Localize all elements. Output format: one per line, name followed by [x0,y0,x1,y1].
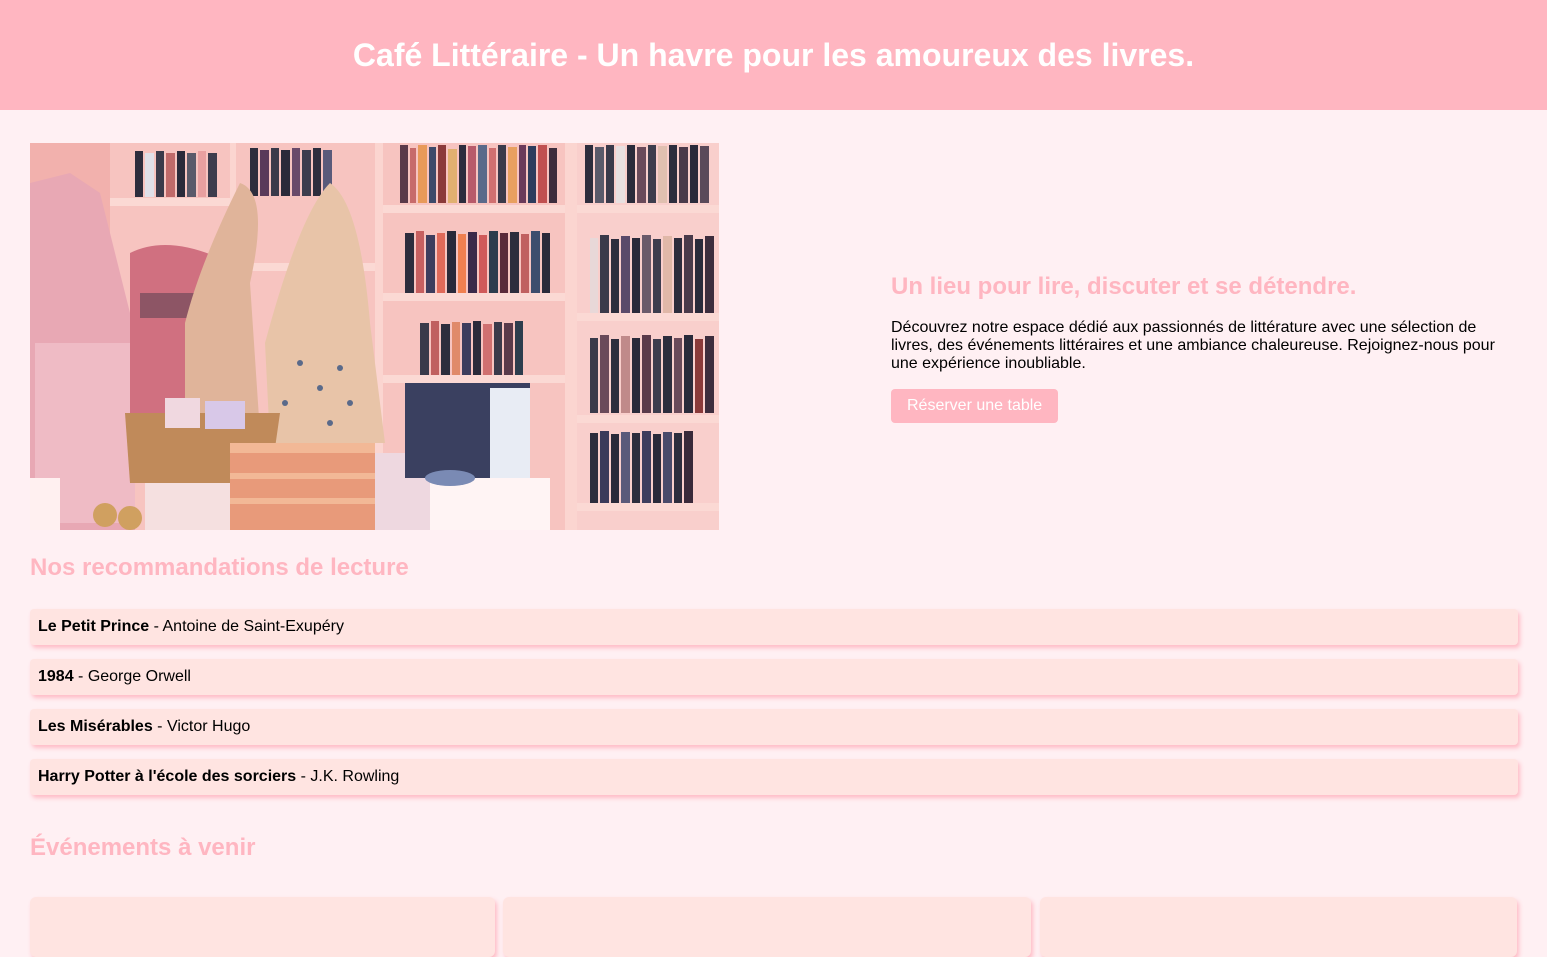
hero-description: Découvrez notre espace dédié aux passion… [891,319,1495,372]
book-author: - Victor Hugo [152,718,251,735]
event-card [30,897,495,957]
event-card [1040,897,1517,957]
recommendations-list: Le Petit Prince - Antoine de Saint-Exupé… [30,609,1518,809]
bookstore-photo [30,143,719,530]
site-header: Café Littéraire - Un havre pour les amou… [0,0,1547,110]
book-author: - Antoine de Saint-Exupéry [149,618,344,635]
list-item: Harry Potter à l'école des sorciers - J.… [30,759,1518,795]
hero-section: Un lieu pour lire, discuter et se détend… [30,143,1520,530]
list-item: Le Petit Prince - Antoine de Saint-Exupé… [30,609,1518,645]
event-card [503,897,1031,957]
recommendations-title: Nos recommandations de lecture [30,554,409,581]
list-item: Les Misérables - Victor Hugo [30,709,1518,745]
book-title: Le Petit Prince [38,618,150,635]
list-item: 1984 - George Orwell [30,659,1518,695]
reserve-table-button[interactable]: Réserver une table [891,389,1059,423]
book-author: - George Orwell [73,668,191,685]
hero-heading: Un lieu pour lire, discuter et se détend… [891,273,1357,300]
book-title: Les Misérables [38,718,153,735]
book-title: 1984 [38,668,74,685]
site-title: Café Littéraire - Un havre pour les amou… [352,36,1195,73]
bookstore-illustration [30,143,719,530]
book-author: - J.K. Rowling [296,768,400,785]
book-title: Harry Potter à l'école des sorciers [38,768,297,785]
hero-text: Un lieu pour lire, discuter et se détend… [891,273,1511,423]
events-grid [30,897,1520,957]
events-title: Événements à venir [30,834,256,861]
